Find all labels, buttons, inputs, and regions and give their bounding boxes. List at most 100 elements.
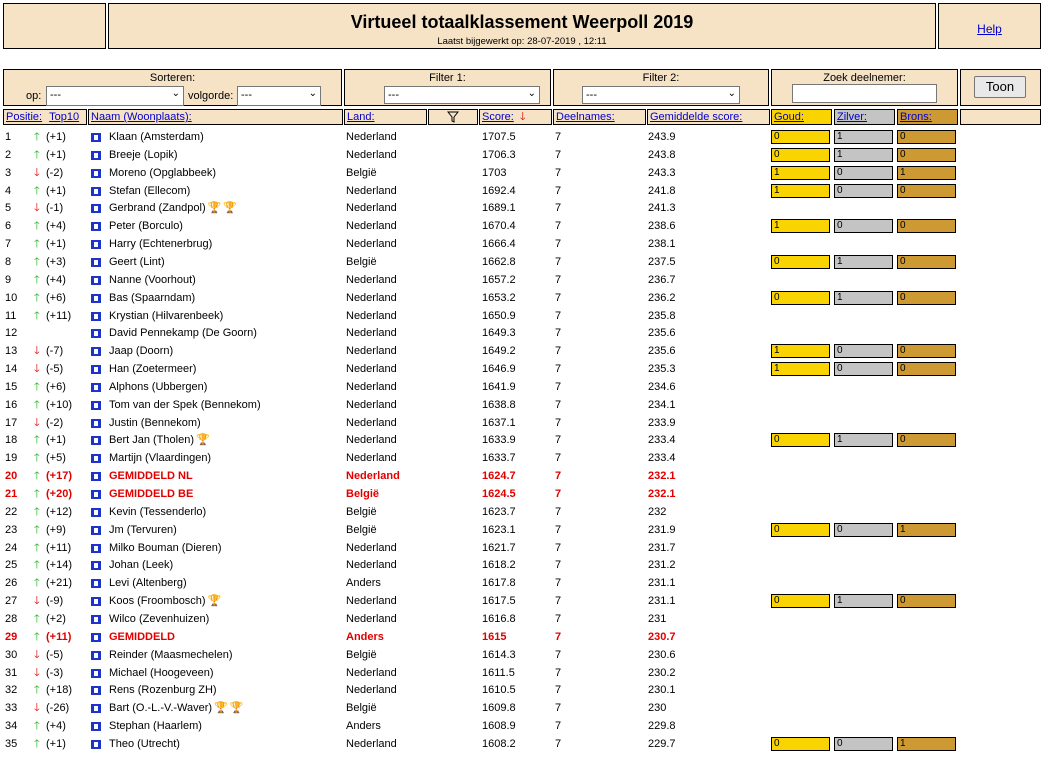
sort-land-link[interactable]: Land: <box>347 111 375 123</box>
participant-name[interactable]: Rens (Rozenburg ZH) <box>109 681 217 699</box>
table-row: 5 🡓 (-1) Gerbrand (Zandpol) 🏆 🏆 Nederland 1689.… <box>0 199 1045 217</box>
row-land: Nederland <box>346 327 397 339</box>
sort-brons-link[interactable]: Brons: <box>900 111 932 123</box>
participant-name[interactable]: Jm (Tervuren) <box>109 521 177 539</box>
profile-flag-icon[interactable] <box>91 151 101 160</box>
participant-name[interactable]: Geert (Lint) <box>109 253 165 271</box>
sort-zilver-link[interactable]: Zilver: <box>837 111 867 123</box>
rank-change: (+1) <box>46 238 66 250</box>
profile-flag-icon[interactable] <box>91 669 101 678</box>
participant-name[interactable]: Bas (Spaarndam) <box>109 289 195 307</box>
bronze-medal-count: 1 <box>897 737 956 751</box>
participant-name[interactable]: Tom van der Spek (Bennekom) <box>109 396 261 414</box>
row-deelnames: 7 <box>555 381 562 393</box>
sort-positie-link[interactable]: Positie: <box>6 111 42 123</box>
participant-name[interactable]: Moreno (Opglabbeek) <box>109 164 216 182</box>
profile-flag-icon[interactable] <box>91 454 101 463</box>
profile-flag-icon[interactable] <box>91 526 101 535</box>
participant-name[interactable]: Theo (Utrecht) <box>109 735 180 753</box>
profile-flag-icon[interactable] <box>91 508 101 517</box>
row-position: 27 <box>5 595 18 607</box>
show-button[interactable]: Toon <box>974 76 1026 98</box>
participant-name[interactable]: Stefan (Ellecom) <box>109 182 190 200</box>
bronze-trophy-icon: 🏆 <box>207 202 222 214</box>
participant-name[interactable]: Milko Bouman (Dieren) <box>109 539 221 557</box>
profile-flag-icon[interactable] <box>91 133 101 142</box>
participant-name[interactable]: Reinder (Maasmechelen) <box>109 646 233 664</box>
participant-name[interactable]: Alphons (Ubbergen) <box>109 378 207 396</box>
participant-name[interactable]: GEMIDDELD NL <box>109 467 193 485</box>
participant-name[interactable]: Martijn (Vlaardingen) <box>109 449 211 467</box>
gold-medal-count: 1 <box>771 219 830 233</box>
profile-flag-icon[interactable] <box>91 383 101 392</box>
sort-deelnames-link[interactable]: Deelnames: <box>556 111 615 123</box>
profile-flag-icon[interactable] <box>91 294 101 303</box>
sort-naam-link[interactable]: Naam (Woonplaats): <box>91 111 192 123</box>
participant-name[interactable]: Kevin (Tessenderlo) <box>109 503 206 521</box>
profile-flag-icon[interactable] <box>91 472 101 481</box>
participant-name[interactable]: Harry (Echtenerbrug) <box>109 235 212 253</box>
profile-flag-icon[interactable] <box>91 204 101 213</box>
participant-name[interactable]: Michael (Hoogeveen) <box>109 664 214 682</box>
participant-name[interactable]: GEMIDDELD <box>109 628 175 646</box>
profile-flag-icon[interactable] <box>91 240 101 249</box>
participant-name[interactable]: Peter (Borculo) <box>109 217 183 235</box>
profile-flag-icon[interactable] <box>91 347 101 356</box>
participant-name[interactable]: GEMIDDELD BE <box>109 485 193 503</box>
profile-flag-icon[interactable] <box>91 329 101 338</box>
filter-funnel-icon[interactable] <box>446 111 460 127</box>
profile-flag-icon[interactable] <box>91 615 101 624</box>
participant-name[interactable]: Breeje (Lopik) <box>109 146 177 164</box>
sort-score-link[interactable]: Score: <box>482 111 514 123</box>
participant-name[interactable]: Levi (Altenberg) <box>109 574 187 592</box>
filter2-select[interactable]: --- ⌄ <box>582 86 740 104</box>
participant-name[interactable]: Johan (Leek) <box>109 556 173 574</box>
sort-top10-link[interactable]: Top10 <box>49 111 79 123</box>
profile-flag-icon[interactable] <box>91 312 101 321</box>
participant-name[interactable]: Han (Zoetermeer) <box>109 360 196 378</box>
profile-flag-icon[interactable] <box>91 686 101 695</box>
participant-name[interactable]: Bart (O.-L.-V.-Waver) 🏆 🏆 <box>109 699 244 717</box>
profile-flag-icon[interactable] <box>91 401 101 410</box>
profile-flag-icon[interactable] <box>91 419 101 428</box>
rank-change: (+5) <box>46 452 66 464</box>
participant-name[interactable]: Koos (Froombosch) 🏆 <box>109 592 221 610</box>
profile-flag-icon[interactable] <box>91 544 101 553</box>
sort-goud-link[interactable]: Goud: <box>774 111 804 123</box>
participant-name[interactable]: Stephan (Haarlem) <box>109 717 202 735</box>
participant-name[interactable]: Bert Jan (Tholen) 🏆 <box>109 431 210 449</box>
participant-name[interactable]: Justin (Bennekom) <box>109 414 201 432</box>
participant-name[interactable]: Jaap (Doorn) <box>109 342 173 360</box>
participant-name[interactable]: David Pennekamp (De Goorn) <box>109 324 257 342</box>
participant-name[interactable]: Nanne (Voorhout) <box>109 271 196 289</box>
sort-field-select[interactable]: --- ⌄ <box>46 86 184 106</box>
profile-flag-icon[interactable] <box>91 169 101 178</box>
participant-name[interactable]: Gerbrand (Zandpol) 🏆 🏆 <box>109 199 237 217</box>
profile-flag-icon[interactable] <box>91 651 101 660</box>
filter1-select[interactable]: --- ⌄ <box>384 86 540 104</box>
profile-flag-icon[interactable] <box>91 187 101 196</box>
profile-flag-icon[interactable] <box>91 561 101 570</box>
sort-gemiddelde-link[interactable]: Gemiddelde score: <box>650 111 742 123</box>
row-land: België <box>346 506 377 518</box>
profile-flag-icon[interactable] <box>91 436 101 445</box>
search-input[interactable] <box>792 84 937 103</box>
profile-flag-icon[interactable] <box>91 704 101 713</box>
profile-flag-icon[interactable] <box>91 597 101 606</box>
row-land: België <box>346 167 377 179</box>
sort-order-select[interactable]: --- ⌄ <box>237 86 321 106</box>
participant-name[interactable]: Krystian (Hilvarenbeek) <box>109 307 223 325</box>
profile-flag-icon[interactable] <box>91 633 101 642</box>
profile-flag-icon[interactable] <box>91 722 101 731</box>
help-link[interactable]: Help <box>939 22 1040 36</box>
profile-flag-icon[interactable] <box>91 222 101 231</box>
profile-flag-icon[interactable] <box>91 579 101 588</box>
profile-flag-icon[interactable] <box>91 740 101 749</box>
participant-name[interactable]: Klaan (Amsterdam) <box>109 128 204 146</box>
profile-flag-icon[interactable] <box>91 258 101 267</box>
profile-flag-icon[interactable] <box>91 490 101 499</box>
sort-field-value: --- <box>50 89 61 101</box>
profile-flag-icon[interactable] <box>91 276 101 285</box>
profile-flag-icon[interactable] <box>91 365 101 374</box>
participant-name[interactable]: Wilco (Zevenhuizen) <box>109 610 209 628</box>
